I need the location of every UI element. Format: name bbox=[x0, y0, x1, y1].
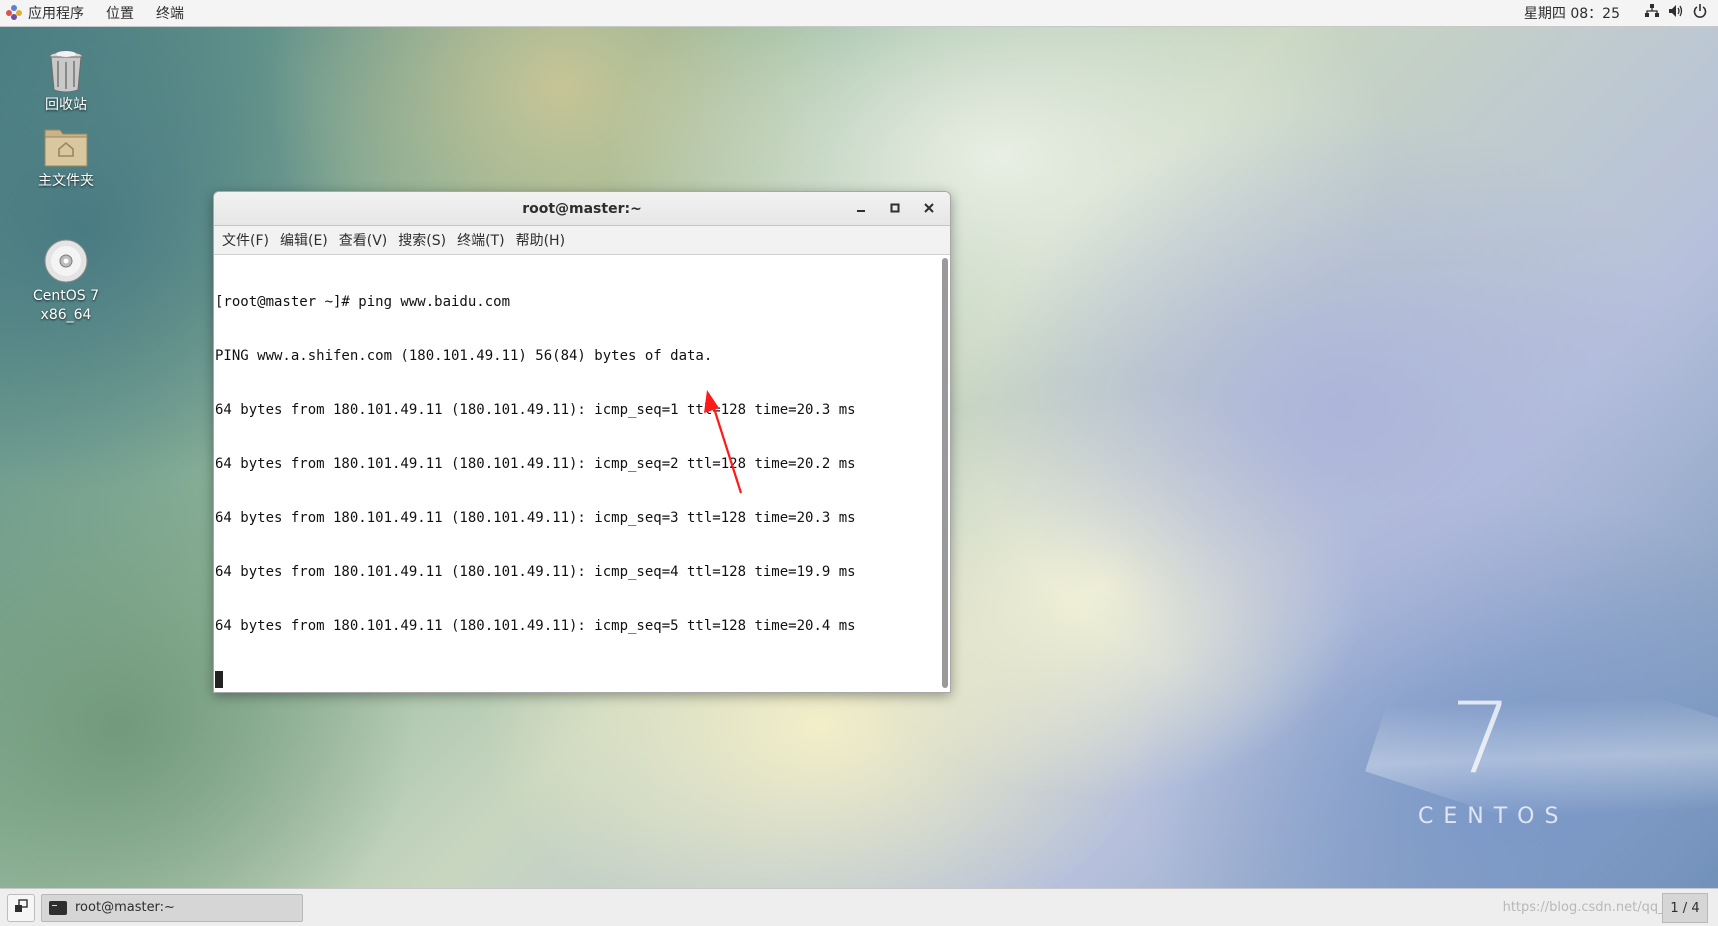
places-menu[interactable]: 位置 bbox=[95, 0, 145, 26]
maximize-icon bbox=[890, 201, 900, 217]
trash-icon bbox=[42, 46, 90, 94]
terminal-scrollbar[interactable] bbox=[942, 258, 948, 688]
terminal-line: 64 bytes from 180.101.49.11 (180.101.49.… bbox=[215, 618, 856, 634]
desktop-icon-home[interactable]: 主文件夹 bbox=[16, 122, 116, 191]
menu-edit[interactable]: 编辑(E) bbox=[277, 230, 336, 250]
centos-logo-number: 7 bbox=[1450, 682, 1513, 796]
desktop-icon-label: CentOS 7 x86_64 bbox=[32, 288, 99, 323]
terminal-line: [root@master ~]# ping www.baidu.com bbox=[215, 294, 511, 310]
desktop-icon-label: 回收站 bbox=[45, 97, 87, 113]
centos-logo-text: CENTOS bbox=[1418, 804, 1569, 829]
workspace-switcher[interactable]: 1 / 4 bbox=[1662, 893, 1708, 923]
taskbar-terminal-button[interactable]: root@master:~ bbox=[41, 893, 303, 922]
wallpaper-shine bbox=[1365, 619, 1718, 888]
terminal-line: PING www.a.shifen.com (180.101.49.11) 56… bbox=[215, 348, 713, 364]
menu-terminal[interactable]: 终端(T) bbox=[454, 230, 512, 250]
applications-menu[interactable]: 应用程序 bbox=[6, 0, 95, 26]
terminal-line: 64 bytes from 180.101.49.11 (180.101.49.… bbox=[215, 564, 856, 580]
terminal-output[interactable]: [root@master ~]# ping www.baidu.com PING… bbox=[215, 256, 938, 692]
minimize-icon bbox=[856, 201, 866, 217]
applications-menu-label: 应用程序 bbox=[28, 6, 84, 22]
desktop-icon-label: 主文件夹 bbox=[38, 173, 94, 189]
menu-view[interactable]: 查看(V) bbox=[336, 230, 396, 250]
home-folder-icon bbox=[42, 122, 90, 170]
bottom-panel: root@master:~ https://blog.csdn.net/qq_4… bbox=[0, 888, 1718, 926]
volume-icon[interactable] bbox=[1664, 4, 1688, 22]
taskbar-button-label: root@master:~ bbox=[75, 900, 175, 915]
menu-file[interactable]: 文件(F) bbox=[219, 230, 277, 250]
terminal-icon bbox=[49, 900, 67, 915]
desktop-icon-cdrom[interactable]: CentOS 7 x86_64 bbox=[16, 199, 116, 344]
close-button[interactable] bbox=[912, 196, 946, 222]
menu-search[interactable]: 搜索(S) bbox=[395, 230, 454, 250]
terminal-window[interactable]: root@master:~ 文件(F) 编辑(E) 查看(V) 搜索(S) 终端… bbox=[213, 191, 951, 693]
network-icon[interactable] bbox=[1640, 4, 1664, 22]
power-icon[interactable] bbox=[1688, 4, 1712, 22]
terminal-line: 64 bytes from 180.101.49.11 (180.101.49.… bbox=[215, 456, 856, 472]
terminal-line: 64 bytes from 180.101.49.11 (180.101.49.… bbox=[215, 510, 856, 526]
terminal-prompt-line bbox=[215, 671, 938, 689]
minimize-button[interactable] bbox=[844, 196, 878, 222]
maximize-button[interactable] bbox=[878, 196, 912, 222]
show-desktop-icon bbox=[14, 899, 28, 916]
window-title: root@master:~ bbox=[522, 200, 642, 217]
gnome-foot-icon bbox=[6, 5, 22, 21]
desktop-icon-trash[interactable]: 回收站 bbox=[16, 46, 116, 115]
terminal-titlebar[interactable]: root@master:~ bbox=[214, 192, 950, 226]
clock[interactable]: 星期四 08：25 bbox=[1524, 3, 1620, 23]
menu-help[interactable]: 帮助(H) bbox=[513, 230, 573, 250]
close-icon bbox=[924, 201, 934, 217]
terminal-menubar: 文件(F) 编辑(E) 查看(V) 搜索(S) 终端(T) 帮助(H) bbox=[214, 226, 950, 255]
text-cursor bbox=[215, 671, 223, 688]
disc-icon bbox=[42, 218, 90, 283]
terminal-line: 64 bytes from 180.101.49.11 (180.101.49.… bbox=[215, 402, 856, 418]
top-panel: 应用程序 位置 终端 星期四 08：25 bbox=[0, 0, 1718, 27]
show-desktop-button[interactable] bbox=[7, 893, 35, 922]
terminal-app-menu[interactable]: 终端 bbox=[145, 0, 195, 26]
